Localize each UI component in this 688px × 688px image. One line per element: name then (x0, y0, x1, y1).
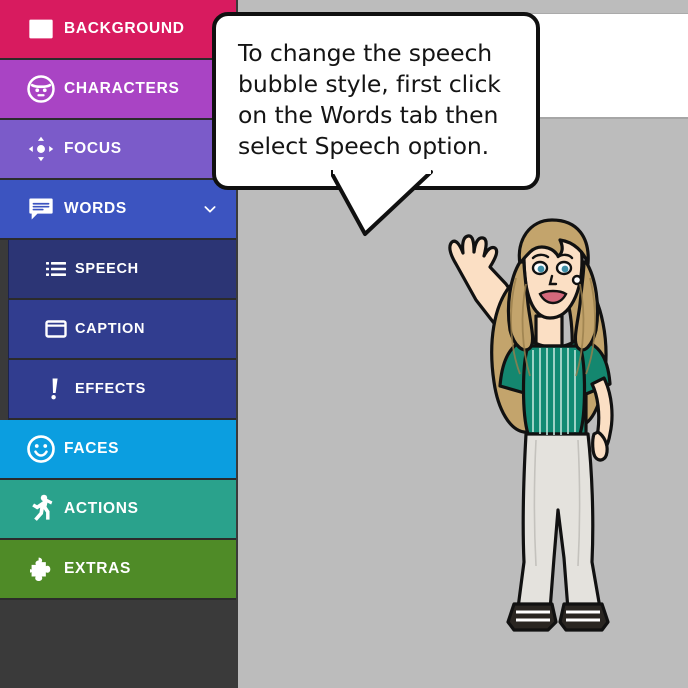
app-root: To change the speech bubble style, first… (0, 0, 688, 688)
sidebar-item-actions[interactable]: ACTIONS (0, 480, 236, 540)
sidebar-item-label: ACTIONS (64, 500, 139, 517)
sidebar-item-words[interactable]: WORDS (0, 180, 236, 240)
speech-bubble-icon (18, 195, 64, 223)
move-icon (18, 135, 64, 163)
sidebar-item-label: EXTRAS (64, 560, 132, 577)
smiley-icon (18, 434, 64, 464)
puzzle-icon (18, 555, 64, 584)
sidebar-item-focus[interactable]: FOCUS (0, 120, 236, 180)
sidebar-item-label: CHARACTERS (64, 80, 180, 97)
tooltip-bubble: To change the speech bubble style, first… (212, 12, 540, 192)
sidebar-item-label: FOCUS (64, 140, 122, 157)
window-icon (37, 317, 75, 341)
character-avatar[interactable] (432, 218, 662, 638)
sidebar-item-label: BACKGROUND (64, 20, 185, 37)
face-icon (18, 74, 64, 104)
sidebar-item-background[interactable]: BACKGROUND (0, 0, 236, 60)
sidebar-item-label: CAPTION (75, 321, 146, 337)
sidebar-item-label: FACES (64, 440, 120, 457)
tooltip-text: To change the speech bubble style, first… (238, 39, 501, 160)
tooltip-bubble-tail (331, 168, 451, 240)
exclamation-icon (37, 376, 75, 402)
sidebar-item-characters[interactable]: CHARACTERS (0, 60, 236, 120)
sidebar-item-effects[interactable]: EFFECTS (8, 360, 236, 420)
running-icon (18, 494, 64, 524)
sidebar-item-label: EFFECTS (75, 381, 146, 397)
sidebar-item-label: SPEECH (75, 261, 139, 277)
sidebar-item-extras[interactable]: EXTRAS (0, 540, 236, 600)
list-icon (37, 257, 75, 281)
image-icon (18, 15, 64, 43)
sidebar: BACKGROUND CHARACTERS FOCUS WORDS SPEECH… (0, 0, 238, 688)
chevron-down-icon[interactable] (202, 201, 218, 217)
sidebar-empty-area (0, 600, 236, 688)
sidebar-item-caption[interactable]: CAPTION (8, 300, 236, 360)
sidebar-item-speech[interactable]: SPEECH (8, 240, 236, 300)
sidebar-item-faces[interactable]: FACES (0, 420, 236, 480)
sidebar-item-label: WORDS (64, 200, 127, 217)
